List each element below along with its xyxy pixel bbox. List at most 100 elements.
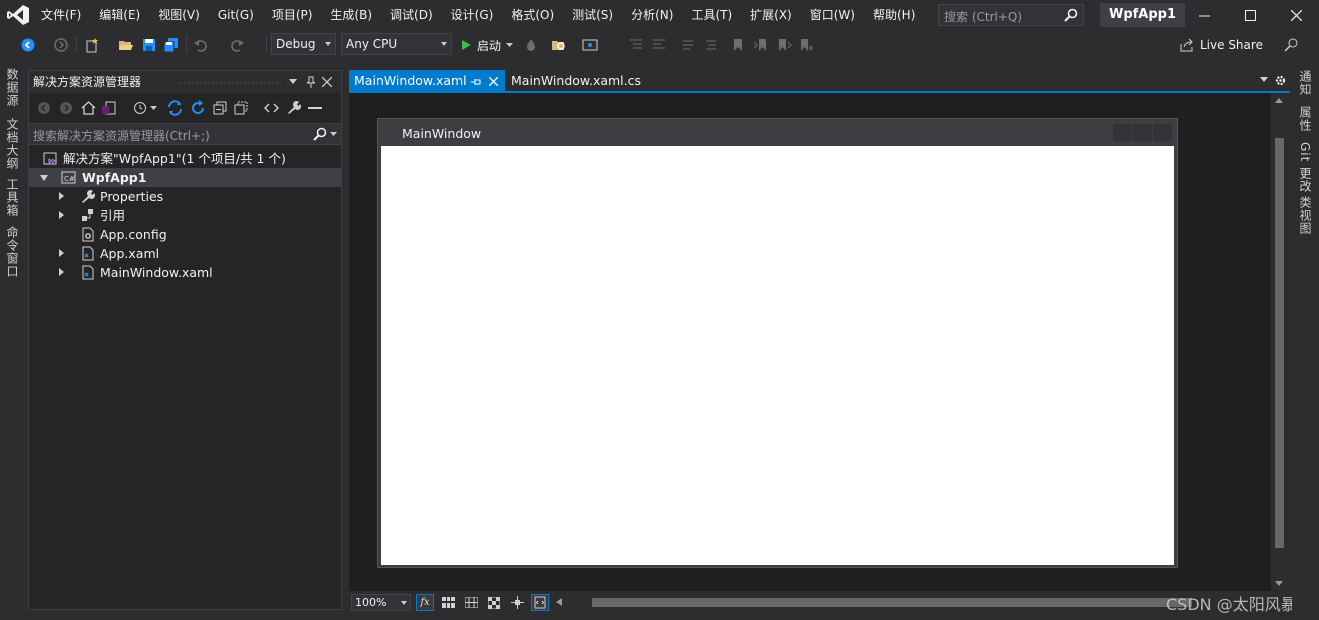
find-in-files-icon[interactable] — [551, 37, 567, 53]
right-tool-tab[interactable]: Git 更改 — [1297, 142, 1314, 193]
pending-changes-filter-icon[interactable] — [133, 101, 147, 115]
tree-item-solution[interactable]: 解决方案"WpfApp1"(1 个项目/共 1 个) — [29, 149, 341, 168]
save-all-icon[interactable] — [163, 37, 179, 53]
menu-item[interactable]: 项目(P) — [263, 0, 322, 30]
menu-item[interactable]: 工具(T) — [682, 0, 741, 30]
menu-item[interactable]: 设计(G) — [442, 0, 503, 30]
back-icon[interactable] — [37, 101, 51, 115]
right-tool-tab[interactable]: 类视图 — [1297, 196, 1314, 235]
menu-item[interactable]: 测试(S) — [563, 0, 622, 30]
menu-item[interactable]: 视图(V) — [149, 0, 209, 30]
tab-list-chevron-icon[interactable] — [1260, 77, 1268, 82]
preview-toggle-icon[interactable] — [308, 105, 322, 111]
feedback-icon[interactable] — [1284, 37, 1300, 53]
snap-to-grid-button[interactable] — [462, 594, 480, 611]
save-icon[interactable] — [141, 37, 157, 53]
left-tool-tab[interactable]: 工具箱 — [4, 178, 21, 217]
live-share-button[interactable]: Live Share — [1180, 35, 1263, 55]
artboard-background-button[interactable] — [485, 594, 503, 611]
search-icon[interactable] — [313, 127, 327, 141]
menu-item[interactable]: Git(G) — [209, 0, 263, 30]
menu-item[interactable]: 帮助(H) — [864, 0, 924, 30]
right-tool-tab[interactable]: 属性 — [1297, 106, 1314, 132]
view-code-icon[interactable] — [264, 101, 279, 115]
chevron-down-icon[interactable] — [150, 106, 157, 111]
solution-configuration-select[interactable]: Debug — [271, 33, 336, 55]
tree-item[interactable]: 引用 — [29, 206, 341, 225]
tree-item-project[interactable]: C# WpfApp1 — [29, 168, 341, 187]
tree-item-label: MainWindow.xaml — [100, 265, 213, 280]
solution-name-badge[interactable]: WpfApp1 — [1100, 3, 1186, 27]
menu-item[interactable]: 格式(O) — [502, 0, 563, 30]
menu-item[interactable]: 分析(N) — [622, 0, 682, 30]
sync-icon[interactable] — [167, 100, 183, 116]
left-tool-tab[interactable]: 文档大纲 — [4, 118, 21, 170]
expand-toggle-icon[interactable] — [59, 192, 64, 200]
tree-item-label: App.xaml — [100, 246, 160, 261]
minimize-button[interactable] — [1181, 0, 1227, 30]
designer-vertical-scrollbar[interactable] — [1271, 93, 1289, 591]
snap-to-snaplines-button[interactable] — [508, 594, 526, 611]
tree-item[interactable]: App.xaml — [29, 244, 341, 263]
start-debugging-button[interactable]: 启动 — [460, 35, 514, 55]
close-window-button[interactable] — [1273, 0, 1319, 30]
pin-icon[interactable] — [306, 76, 316, 88]
switch-views-icon[interactable] — [101, 101, 116, 115]
scrollbar-thumb[interactable] — [1275, 138, 1284, 548]
undo-icon[interactable] — [193, 37, 209, 53]
menu-item[interactable]: 调试(D) — [381, 0, 442, 30]
maximize-button[interactable] — [1227, 0, 1273, 30]
settings-gear-icon[interactable] — [1275, 75, 1286, 86]
home-icon[interactable] — [81, 101, 96, 115]
device-preview-icon[interactable] — [582, 37, 598, 53]
menu-item[interactable]: 编辑(E) — [90, 0, 149, 30]
close-tab-icon[interactable] — [489, 77, 498, 86]
redo-icon[interactable] — [229, 37, 245, 53]
open-file-icon[interactable] — [118, 37, 134, 53]
menu-item[interactable]: 窗口(W) — [801, 0, 864, 30]
forward-icon[interactable] — [59, 101, 73, 115]
designer-horizontal-scrollbar-thumb[interactable] — [592, 598, 1192, 607]
solution-platform-select[interactable]: Any CPU — [341, 33, 452, 55]
left-tool-tab[interactable]: 命令窗口 — [4, 226, 21, 278]
panel-menu-chevron-icon[interactable] — [289, 79, 297, 84]
menu-item[interactable]: 生成(B) — [321, 0, 381, 30]
hot-reload-icon[interactable] — [523, 37, 539, 53]
expand-toggle-icon[interactable] — [59, 249, 64, 257]
back-navigate-icon[interactable] — [20, 37, 36, 53]
menu-item[interactable]: 扩展(X) — [741, 0, 801, 30]
show-all-files-icon[interactable] — [234, 101, 248, 115]
wpf-window-client-area[interactable] — [381, 146, 1174, 565]
right-tool-tab[interactable]: 通知 — [1297, 70, 1314, 96]
expand-toggle-icon[interactable] — [59, 268, 64, 276]
properties-wrench-icon[interactable] — [286, 100, 301, 115]
solution-explorer-search-input[interactable]: 搜索解决方案资源管理器(Ctrl+;) — [29, 123, 341, 145]
pin-tab-icon[interactable] — [471, 78, 481, 86]
zoom-select[interactable]: 100% — [351, 594, 411, 611]
close-panel-icon[interactable] — [322, 77, 332, 87]
expand-toggle-icon[interactable] — [59, 211, 64, 219]
tree-item[interactable]: App.config — [29, 225, 341, 244]
play-icon — [462, 40, 471, 50]
chevron-down-icon[interactable] — [330, 132, 337, 137]
effects-toggle-button[interactable]: fx — [416, 594, 434, 611]
expand-toggle-icon[interactable] — [40, 175, 48, 181]
tab-mainwindow-xaml[interactable]: MainWindow.xaml — [349, 70, 505, 93]
tab-mainwindow-xaml-cs[interactable]: MainWindow.xaml.cs — [507, 70, 641, 93]
refresh-icon[interactable] — [190, 100, 206, 116]
menu-item[interactable]: 文件(F) — [32, 0, 90, 30]
visual-studio-logo-icon[interactable] — [7, 5, 29, 25]
tree-item[interactable]: Properties — [29, 187, 341, 206]
tree-item[interactable]: MainWindow.xaml — [29, 263, 341, 282]
scroll-left-arrow-icon[interactable] — [556, 598, 562, 606]
collapse-all-icon[interactable] — [213, 101, 227, 115]
device-project-code-button[interactable] — [531, 594, 549, 611]
show-grid-button[interactable] — [439, 594, 457, 611]
search-input[interactable]: 搜索 (Ctrl+Q) — [938, 4, 1084, 26]
left-tool-tab[interactable]: 数据源 — [4, 68, 21, 107]
new-project-icon[interactable] — [84, 37, 100, 53]
scroll-down-arrow-icon[interactable] — [1275, 581, 1283, 586]
wpf-window-preview[interactable]: MainWindow — [377, 118, 1178, 568]
forward-navigate-icon[interactable] — [53, 37, 69, 53]
scroll-up-arrow-icon[interactable] — [1275, 98, 1283, 103]
